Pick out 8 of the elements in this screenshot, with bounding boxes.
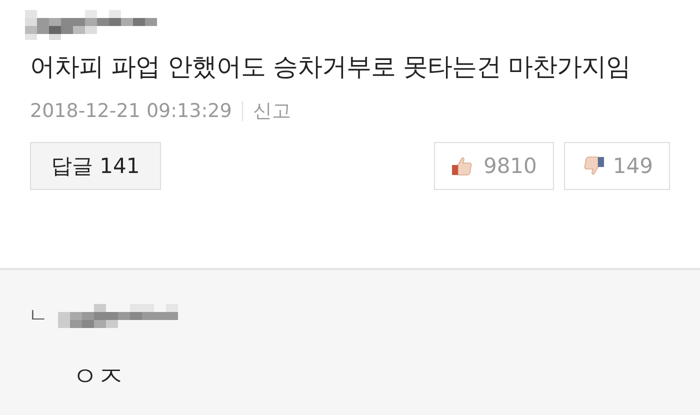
comment-text: 어차피 파업 안했어도 승차거부로 못타는건 마찬가지임	[30, 51, 632, 83]
comment-date: 2018-12-21 09:13:29	[30, 100, 232, 122]
reply-button[interactable]: 답글 141	[30, 142, 161, 190]
like-button[interactable]: 9810	[434, 142, 554, 190]
reply-marker: ㄴ	[28, 302, 48, 329]
reply-text: ㅇㅈ	[72, 361, 125, 394]
report-link[interactable]: 신고	[252, 98, 291, 124]
dislike-button[interactable]: 149	[564, 142, 670, 190]
